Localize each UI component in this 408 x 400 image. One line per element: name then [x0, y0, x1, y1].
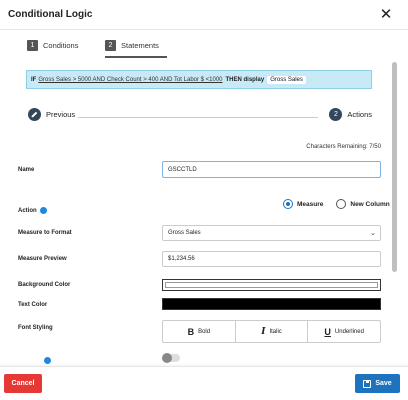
characters-remaining: Characters Remaining: 7/50 — [306, 144, 381, 150]
save-label: Save — [375, 380, 392, 387]
bold-icon: B — [187, 326, 195, 337]
tab-conditions[interactable]: 1 Conditions — [27, 40, 87, 58]
cancel-button[interactable]: Cancel — [4, 374, 42, 393]
step-number-badge: 2 — [329, 108, 343, 121]
measure-preview-label: Measure Preview — [18, 256, 67, 262]
save-button[interactable]: Save — [355, 374, 400, 393]
tab-label: Conditions — [43, 41, 79, 50]
bold-label: Bold — [198, 328, 211, 335]
chevron-down-icon: ⌄ — [370, 230, 376, 237]
dialog-header: Conditional Logic ✕ — [0, 0, 408, 30]
dialog-title: Conditional Logic — [8, 9, 93, 20]
tab-statements[interactable]: 2 Statements — [105, 40, 167, 58]
tab-label: Statements — [121, 41, 159, 50]
pencil-icon — [28, 108, 41, 121]
save-icon — [363, 379, 372, 388]
name-label: Name — [18, 167, 35, 173]
previous-step-button[interactable]: Previous — [28, 108, 75, 121]
logic-summary-banner: IF Gross Sales > 5000 AND Check Count > … — [26, 70, 372, 89]
stepper: Previous 2 Actions — [26, 108, 372, 126]
measure-radio-label: Measure — [297, 200, 324, 208]
tab-number-badge: 1 — [27, 40, 38, 51]
underlined-button[interactable]: U Underlined — [307, 321, 380, 342]
info-icon[interactable] — [44, 357, 51, 364]
italic-icon: I — [261, 326, 266, 337]
logic-if-keyword: IF — [31, 76, 37, 83]
info-icon[interactable] — [40, 207, 48, 214]
action-radio-group: Measure New Column — [283, 199, 390, 209]
underline-icon: U — [324, 326, 331, 337]
background-color-label: Background Color — [18, 282, 71, 288]
action-label: Action — [18, 208, 37, 215]
text-color-label: Text Color — [18, 302, 48, 308]
font-styling-group: B Bold I Italic U Underlined — [162, 320, 381, 343]
background-color-picker[interactable] — [162, 279, 381, 291]
italic-button[interactable]: I Italic — [234, 321, 308, 342]
logic-then-keyword: THEN display — [225, 76, 265, 83]
italic-label: Italic — [269, 328, 282, 335]
cancel-label: Cancel — [11, 380, 35, 387]
text-color-picker[interactable] — [162, 298, 381, 310]
bold-button[interactable]: B Bold — [163, 321, 235, 342]
font-styling-label: Font Styling — [18, 325, 53, 331]
logic-target-chip: Gross Sales — [267, 75, 306, 84]
actions-step: 2 Actions — [329, 108, 372, 121]
actions-step-label: Actions — [347, 110, 372, 119]
new-column-radio-label: New Column — [350, 200, 390, 208]
previous-step-label: Previous — [46, 110, 76, 119]
new-column-radio[interactable] — [336, 199, 347, 209]
close-icon[interactable]: ✕ — [376, 5, 396, 25]
name-field[interactable]: GSCCTLD — [162, 161, 381, 178]
toggle-switch[interactable] — [162, 353, 180, 363]
measure-format-value: Gross Sales — [168, 230, 201, 236]
stepper-connector — [78, 117, 318, 118]
dialog-footer: Cancel Save — [0, 366, 408, 400]
underlined-label: Underlined — [334, 328, 364, 335]
measure-preview-field: $1,234.56 — [162, 251, 381, 267]
action-label-row: Action — [18, 207, 48, 215]
logic-condition-link[interactable]: Gross Sales > 5000 AND Check Count > 400… — [38, 77, 222, 83]
measure-radio[interactable] — [283, 199, 293, 209]
tab-bar: 1 Conditions 2 Statements — [0, 36, 408, 58]
measure-format-label: Measure to Format — [18, 230, 72, 236]
tab-number-badge: 2 — [105, 40, 116, 51]
scrollbar[interactable] — [392, 62, 397, 272]
measure-format-select[interactable]: Gross Sales ⌄ — [162, 225, 381, 241]
